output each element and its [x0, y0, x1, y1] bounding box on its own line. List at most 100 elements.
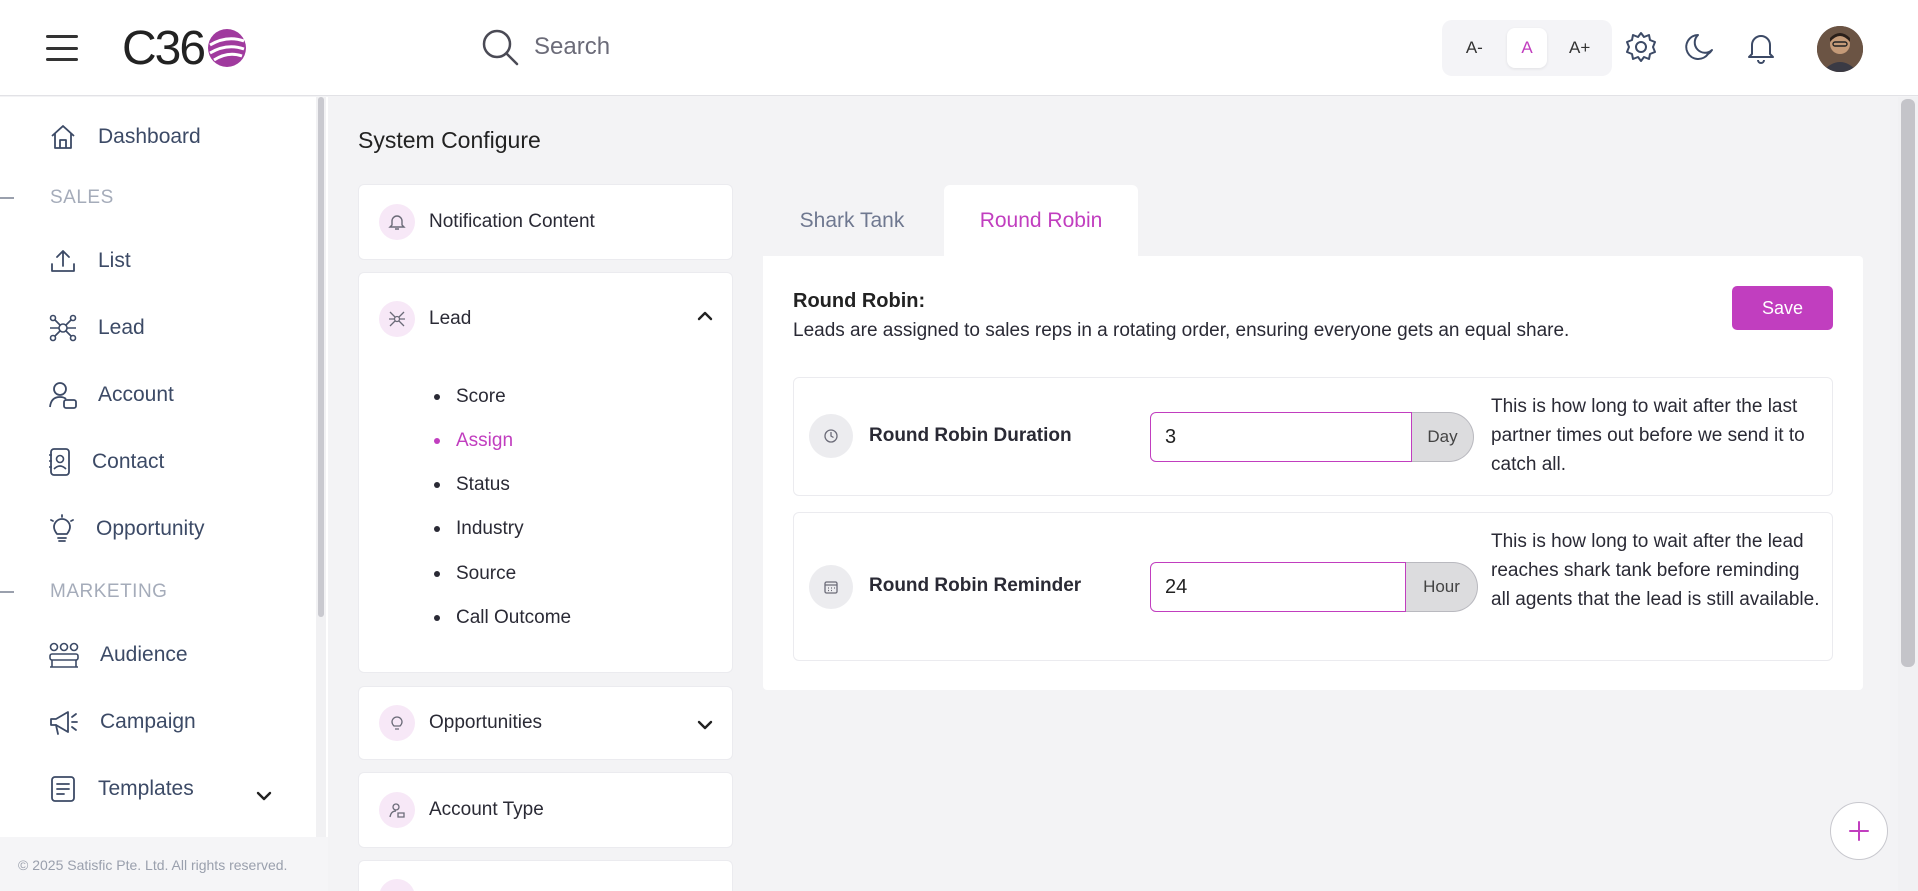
sidebar-item-account[interactable]: Account	[48, 380, 174, 410]
sidebar-item-label: Campaign	[100, 710, 196, 733]
audience-icon	[49, 642, 79, 668]
chevron-down-icon[interactable]	[254, 786, 274, 806]
menu-icon[interactable]	[46, 35, 78, 61]
gear-icon[interactable]	[1624, 30, 1658, 64]
sidebar-item-label: Templates	[98, 777, 194, 800]
menu-item-label: Notification Content	[429, 211, 595, 232]
sidebar-item-opportunity[interactable]: Opportunity	[48, 514, 205, 544]
font-decrease-button[interactable]: A-	[1454, 28, 1494, 68]
bell-icon[interactable]	[1744, 30, 1778, 64]
user-card-icon	[49, 382, 77, 409]
sidebar-item-label: Dashboard	[98, 125, 201, 148]
setting-label: Round Robin Reminder	[869, 575, 1082, 596]
sidebar-item-contact[interactable]: Contact	[48, 447, 164, 477]
menu-card-account-type[interactable]: Account Type	[358, 772, 733, 848]
duration-unit-badge: Day	[1412, 412, 1474, 462]
network-icon	[379, 301, 415, 337]
top-header: C36 Search A- A A+	[0, 0, 1918, 96]
save-button[interactable]: Save	[1732, 286, 1833, 330]
submenu-item-industry[interactable]: Industry	[434, 518, 524, 540]
section-divider	[0, 591, 14, 593]
menu-item-lead[interactable]: Lead	[379, 301, 471, 337]
clock-icon	[809, 414, 853, 458]
search-input[interactable]: Search	[534, 33, 610, 61]
megaphone-icon	[50, 711, 78, 735]
duration-input-group: Day	[1150, 412, 1474, 462]
menu-item-notification-content[interactable]: Notification Content	[379, 204, 595, 240]
menu-item-account-type[interactable]: Account Type	[379, 792, 544, 828]
tab-round-robin[interactable]: Round Robin	[944, 185, 1138, 257]
submenu-item-call-outcome[interactable]: Call Outcome	[434, 607, 571, 629]
sidebar-item-templates[interactable]: Templates	[48, 774, 194, 804]
sidebar-item-lead[interactable]: Lead	[48, 313, 145, 343]
chevron-up-icon[interactable]	[695, 306, 715, 326]
upload-tray-icon	[51, 250, 75, 272]
template-icon	[51, 776, 75, 802]
bullet	[434, 482, 440, 488]
logo[interactable]: C36	[122, 18, 248, 78]
tab-shark-tank[interactable]: Shark Tank	[762, 185, 942, 257]
submenu-item-status[interactable]: Status	[434, 474, 510, 496]
sidebar-item-campaign[interactable]: Campaign	[48, 707, 196, 737]
round-robin-panel: Round Robin: Leads are assigned to sales…	[763, 256, 1863, 690]
reminder-input[interactable]	[1150, 562, 1406, 612]
menu-badge-icon	[379, 879, 415, 891]
search-bar[interactable]: Search	[480, 27, 610, 67]
section-divider	[0, 197, 14, 199]
setting-help-text: This is how long to wait after the last …	[1491, 396, 1805, 475]
menu-card-notification[interactable]: Notification Content	[358, 184, 733, 260]
sidebar-item-label: Contact	[92, 450, 165, 473]
menu-card-partial[interactable]	[358, 860, 733, 891]
add-button[interactable]	[1830, 802, 1888, 860]
network-icon	[49, 314, 77, 342]
font-default-button[interactable]: A	[1506, 28, 1547, 68]
main-scrollbar-thumb[interactable]	[1901, 99, 1915, 667]
menu-card-opportunities[interactable]: Opportunities	[358, 686, 733, 760]
submenu-label: Assign	[456, 430, 514, 451]
chevron-down-icon[interactable]	[695, 715, 715, 735]
menu-item-label: Opportunities	[429, 712, 543, 733]
submenu-item-assign[interactable]: Assign	[434, 430, 513, 452]
search-icon	[482, 29, 519, 66]
sidebar	[0, 97, 328, 891]
menu-item-partial[interactable]	[379, 879, 415, 891]
submenu-label: Score	[456, 386, 506, 407]
section-marketing: MARKETING	[0, 581, 167, 603]
bell-icon	[379, 204, 415, 240]
setting-round-robin-reminder: Round Robin Reminder Hour This is how lo…	[793, 512, 1833, 661]
bullet	[434, 615, 440, 621]
section-title: Round Robin:	[793, 290, 926, 312]
menu-item-label: Lead	[429, 308, 472, 329]
logo-text: C36	[122, 21, 206, 75]
page-title: System Configure	[358, 127, 541, 153]
setting-label: Round Robin Duration	[869, 425, 1072, 446]
user-photo	[1817, 26, 1863, 72]
plus-icon	[1849, 821, 1869, 841]
sidebar-scrollbar-thumb[interactable]	[318, 97, 324, 617]
menu-item-label: Account Type	[429, 799, 544, 820]
setting-round-robin-duration: Round Robin Duration Day This is how lon…	[793, 377, 1833, 496]
avatar[interactable]	[1817, 26, 1863, 72]
moon-icon[interactable]	[1684, 30, 1718, 64]
submenu-label: Source	[456, 563, 517, 584]
setting-help-text: This is how long to wait after the lead …	[1491, 531, 1820, 610]
sidebar-item-label: Lead	[98, 316, 145, 339]
sidebar-item-label: Account	[98, 383, 174, 406]
sidebar-item-audience[interactable]: Audience	[48, 640, 188, 670]
section-sales: SALES	[0, 187, 114, 209]
submenu-item-source[interactable]: Source	[434, 563, 516, 585]
duration-input[interactable]	[1150, 412, 1412, 462]
menu-item-opportunities[interactable]: Opportunities	[379, 705, 542, 741]
sidebar-item-label: Opportunity	[96, 517, 205, 540]
font-increase-button[interactable]: A+	[1560, 28, 1600, 68]
reminder-input-group: Hour	[1150, 562, 1478, 612]
sidebar-item-dashboard[interactable]: Dashboard	[48, 122, 201, 152]
calendar-icon	[809, 565, 853, 609]
section-label: MARKETING	[50, 581, 168, 602]
lightbulb-icon	[50, 514, 74, 542]
submenu-item-score[interactable]: Score	[434, 386, 506, 408]
copyright-footer: © 2025 Satisfic Pte. Ltd. All rights res…	[0, 837, 328, 891]
bullet	[434, 526, 440, 532]
sidebar-item-list[interactable]: List	[48, 246, 131, 276]
submenu-label: Call Outcome	[456, 607, 572, 628]
